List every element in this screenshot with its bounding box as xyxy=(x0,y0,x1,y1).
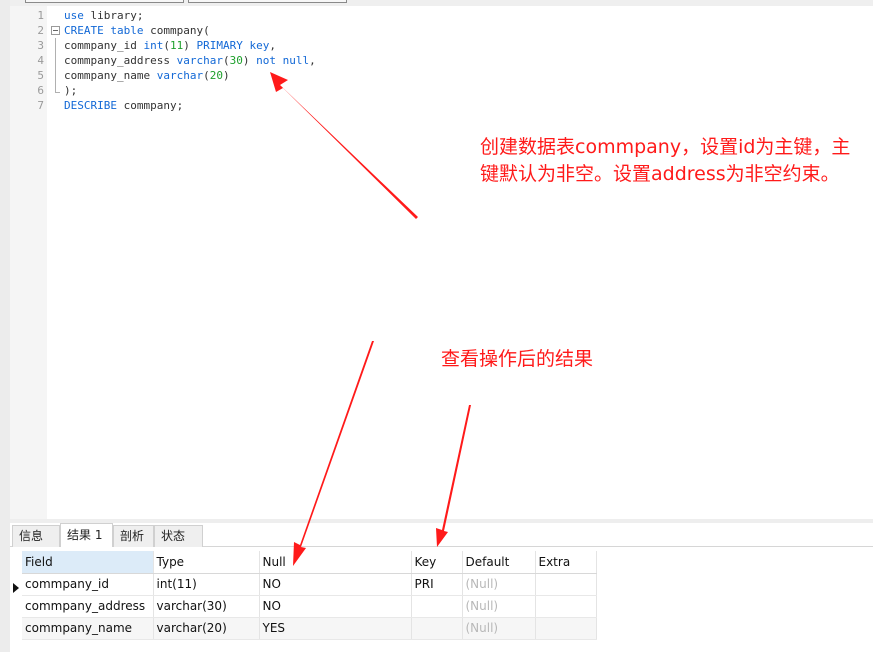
line-number: 2 xyxy=(37,24,44,37)
code-line[interactable]: 3 commpany_id int(11) PRIMARY key, xyxy=(10,38,873,53)
cell-type[interactable]: int(11) xyxy=(153,573,260,596)
sql-identifier: ) xyxy=(222,69,230,82)
window-left-edge xyxy=(0,0,10,652)
cell-field[interactable]: commpany_address xyxy=(22,595,154,618)
code-text: commpany_id int(11) PRIMARY key, xyxy=(64,38,276,53)
sql-identifier: ( xyxy=(203,69,210,82)
sql-number: 30 xyxy=(229,54,243,67)
fold-toggle-icon[interactable] xyxy=(51,26,60,35)
sql-identifier: ( xyxy=(163,39,170,52)
result-table: Field Type Null Key Default Extra commpa… xyxy=(22,551,597,640)
sql-identifier: , xyxy=(269,39,276,52)
code-lines[interactable]: 1 use library; 2 CREATE table commpany( 3 com… xyxy=(10,8,873,113)
column-header-extra[interactable]: Extra xyxy=(535,551,597,574)
toolbar-dropdown-1[interactable] xyxy=(25,0,184,3)
code-line[interactable]: 5 commpany_name varchar(20) xyxy=(10,68,873,83)
sql-editor[interactable]: 1 use library; 2 CREATE table commpany( 3 com… xyxy=(10,6,873,519)
code-text: CREATE table commpany( xyxy=(64,23,210,38)
line-number: 4 xyxy=(37,54,44,67)
result-tab-bar: 信息 结果 1 剖析 状态 xyxy=(10,523,873,547)
column-header-default[interactable]: Default xyxy=(462,551,536,574)
cell-field[interactable]: commpany_id xyxy=(22,573,154,596)
tab-status[interactable]: 状态 xyxy=(154,525,203,547)
code-line[interactable]: 6); xyxy=(10,83,873,98)
tab-profile[interactable]: 剖析 xyxy=(113,525,154,547)
sql-identifier: , xyxy=(309,54,316,67)
annotation-view-result-note: 查看操作后的结果 xyxy=(441,348,594,370)
code-text: commpany_name varchar(20) xyxy=(64,68,230,83)
column-header-null[interactable]: Null xyxy=(259,551,412,574)
sql-identifier: ) xyxy=(242,54,257,67)
line-number: 5 xyxy=(37,69,44,82)
table-row[interactable]: commpany_address varchar(30) NO (Null) xyxy=(22,595,597,618)
cell-null[interactable]: NO xyxy=(259,595,412,618)
cell-key[interactable] xyxy=(411,595,463,618)
sql-keyword: varchar xyxy=(156,69,204,82)
sql-identifier: commpany_name xyxy=(64,69,157,82)
column-header-field[interactable]: Field xyxy=(22,551,154,574)
sql-keyword: key xyxy=(249,39,270,52)
sql-keyword: int xyxy=(143,39,164,52)
cell-field[interactable]: commpany_name xyxy=(22,617,154,640)
cell-key[interactable] xyxy=(411,617,463,640)
sql-identifier: ); xyxy=(64,84,78,97)
code-text: commpany_address varchar(30) not null, xyxy=(64,53,316,68)
sql-keyword: table xyxy=(110,24,144,37)
line-number: 1 xyxy=(37,9,44,22)
annotation-create-table-note: 创建数据表commpany，设置id为主键，主键默认为非空。设置address为… xyxy=(480,136,851,185)
code-line[interactable]: 4 commpany_address varchar(30) not null, xyxy=(10,53,873,68)
line-number: 3 xyxy=(37,39,44,52)
sql-keyword: not xyxy=(256,54,276,67)
sql-identifier: library; xyxy=(83,9,144,22)
sql-identifier: commpany_id xyxy=(64,39,144,52)
cell-default[interactable]: (Null) xyxy=(462,595,536,618)
sql-identifier: commpany; xyxy=(116,99,184,112)
sql-identifier: commpany_address xyxy=(64,54,177,67)
sql-identifier: commpany( xyxy=(143,24,210,37)
cell-null[interactable]: YES xyxy=(259,617,412,640)
code-line[interactable]: 1 use library; xyxy=(10,8,873,23)
sql-identifier xyxy=(276,54,283,67)
sql-number: 11 xyxy=(169,39,184,52)
tab-result-1[interactable]: 结果 1 xyxy=(60,523,113,547)
current-row-indicator-icon xyxy=(13,577,21,599)
tab-info[interactable]: 信息 xyxy=(12,525,60,547)
cell-extra[interactable] xyxy=(535,595,597,618)
table-row[interactable]: commpany_id int(11) NO PRI (Null) xyxy=(22,573,597,596)
toolbar-dropdown-2[interactable] xyxy=(188,0,347,3)
line-number: 7 xyxy=(37,99,44,112)
code-text: ); xyxy=(64,83,77,98)
cell-extra[interactable] xyxy=(535,573,597,596)
sql-identifier: ) xyxy=(183,39,197,52)
cell-type[interactable]: varchar(20) xyxy=(153,617,260,640)
cell-default[interactable]: (Null) xyxy=(462,573,536,596)
sql-number: 20 xyxy=(209,69,223,82)
code-line[interactable]: 2 CREATE table commpany( xyxy=(10,23,873,38)
cell-default[interactable]: (Null) xyxy=(462,617,536,640)
sql-identifier: ( xyxy=(222,54,230,67)
sql-keyword: PRIMARY xyxy=(196,39,243,52)
table-row[interactable]: commpany_name varchar(20) YES (Null) xyxy=(22,617,597,640)
column-header-type[interactable]: Type xyxy=(153,551,260,574)
cell-extra[interactable] xyxy=(535,617,597,640)
sql-keyword: null xyxy=(282,54,310,67)
code-line[interactable]: 7 DESCRIBE commpany; xyxy=(10,98,873,113)
sql-keyword: DESCRIBE xyxy=(64,99,117,112)
sql-keyword: CREATE xyxy=(64,24,104,37)
cell-type[interactable]: varchar(30) xyxy=(153,595,260,618)
cell-null[interactable]: NO xyxy=(259,573,412,596)
code-text: DESCRIBE commpany; xyxy=(64,98,183,113)
cell-key[interactable]: PRI xyxy=(411,573,463,596)
result-grid[interactable]: Field Type Null Key Default Extra commpa… xyxy=(10,547,873,652)
column-header-key[interactable]: Key xyxy=(411,551,463,574)
header-row: Field Type Null Key Default Extra xyxy=(22,551,597,574)
sql-keyword: use xyxy=(64,9,84,22)
code-text: use library; xyxy=(64,8,143,23)
sql-keyword: varchar xyxy=(176,54,223,67)
line-number: 6 xyxy=(37,84,44,97)
